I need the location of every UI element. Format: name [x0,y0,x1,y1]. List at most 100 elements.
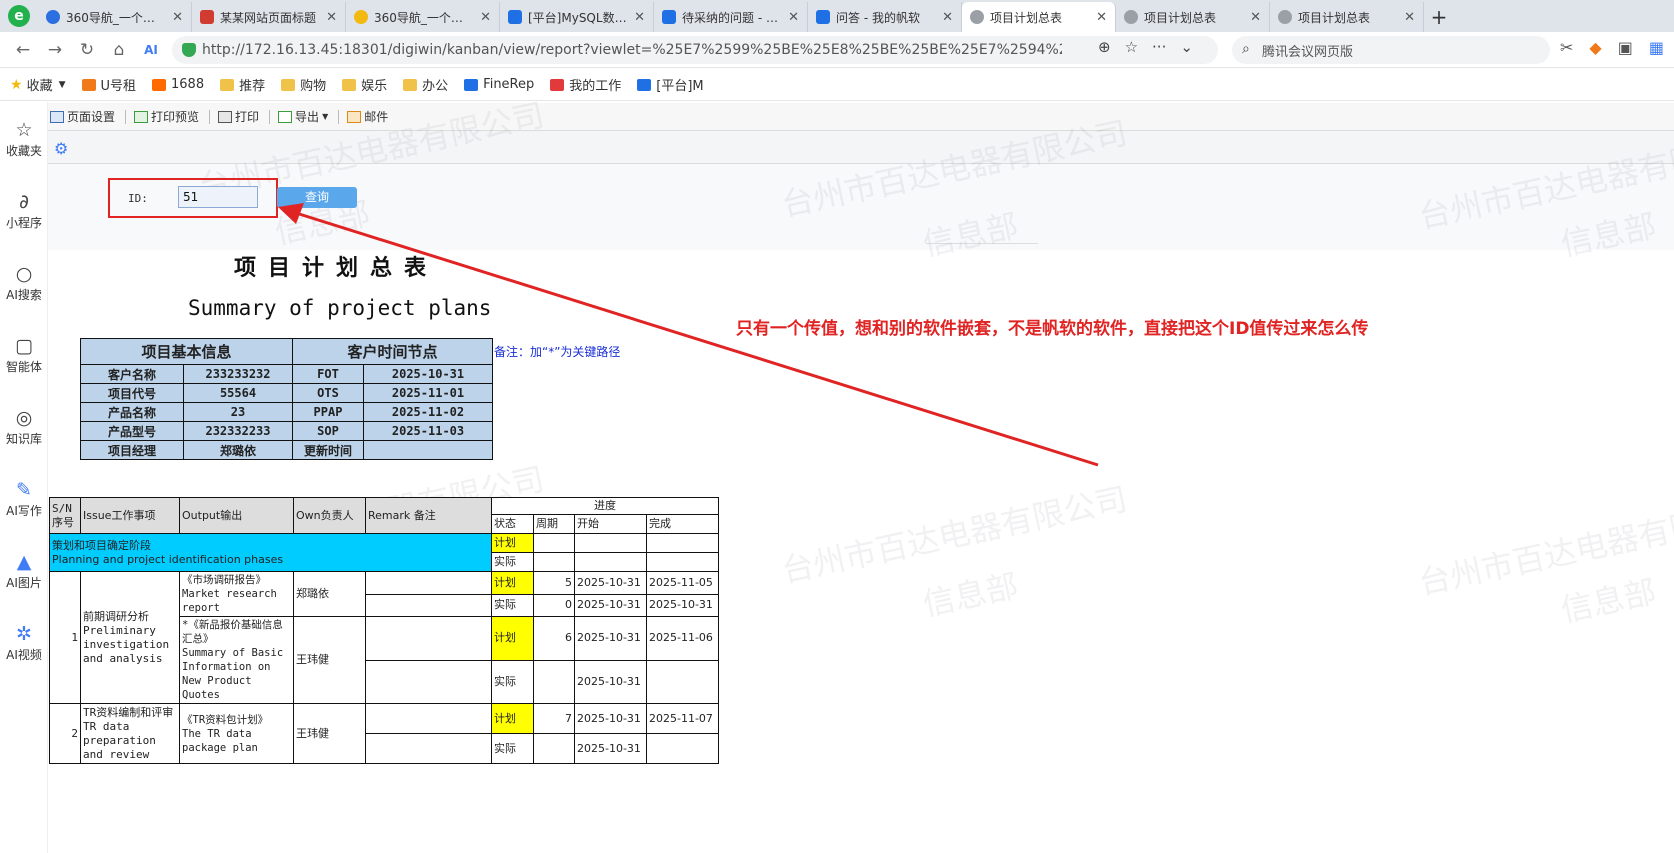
bookmark-folder-recommend[interactable]: 推荐 [220,75,265,94]
bookmark-platform[interactable]: [平台]M [637,75,704,94]
start-cell: 2025-10-31 [574,659,647,704]
search-icon: ⌕ [1242,41,1250,57]
url-field[interactable]: http://172.16.13.45:18301/digiwin/kanban… [172,36,1218,64]
page-setup-button[interactable]: 页面设置 [50,108,115,125]
tab-6[interactable]: 问答 - 我的帆软 ✕ [808,2,962,32]
tab-8[interactable]: 项目计划总表 ✕ [1116,2,1270,32]
report-subtitle: Summary of project plans [188,296,492,320]
chevron-down-icon[interactable]: ⌄ [1180,38,1193,56]
translate-tool-icon[interactable]: ▦ [1649,38,1664,57]
folder-icon [342,78,357,91]
start-cell: 2025-10-31 [574,616,647,661]
bookmark-uhaozu[interactable]: U号租 [81,75,136,94]
header-remark: Remark 备注 [365,497,492,534]
status-cell: 计划 [491,703,534,734]
sidebar-item-ai-writing[interactable]: ✎ AI写作 [0,478,48,519]
sidebar-item-favorites[interactable]: ☆ 收藏夹 [0,118,48,159]
more-icon[interactable]: ··· [1152,38,1166,56]
forward-icon[interactable]: → [40,35,70,65]
header-period: 周期 [533,514,575,534]
tab-1[interactable]: 360导航_一个主页、 ✕ [38,2,192,32]
header-finish: 完成 [646,514,719,534]
home-icon[interactable]: ⌂ [104,35,134,65]
close-icon[interactable]: ✕ [1096,10,1107,25]
bookmark-my-work[interactable]: 我的工作 [550,75,621,94]
close-icon[interactable]: ✕ [788,10,799,25]
status-cell: 实际 [491,733,534,764]
start-cell: 2025-10-31 [574,593,647,617]
export-button[interactable]: 导出 ▼ [278,108,328,125]
bookmark-finereport[interactable]: FineRep [464,77,534,92]
start-cell: 2025-10-31 [574,703,647,734]
bookmark-folder-office[interactable]: 办公 [403,75,448,94]
status-cell: 计划 [491,616,534,661]
sidebar-item-agent[interactable]: ▢ 智能体 [0,334,48,375]
tab-label: 项目计划总表 [990,10,1063,25]
refresh-icon[interactable]: ↻ [72,35,102,65]
sidebar-item-knowledge[interactable]: ◎ 知识库 [0,406,48,447]
table-row: 产品名称 23 PPAP 2025-11-02 [80,402,493,422]
sidebar-item-ai-video[interactable]: ✲ AI视频 [0,622,48,663]
browser-logo-icon[interactable]: e [0,0,38,32]
bookmark-star-icon[interactable]: ☆ [1125,38,1138,56]
tab-5[interactable]: 待采纳的问题 - 我的 ✕ [654,2,808,32]
output-cell: 《TR资料包计划》 The TR data package plan [179,703,294,764]
sliders-icon[interactable]: ⚙ [54,139,68,158]
collapse-handle[interactable] [926,243,1038,251]
print-button[interactable]: 打印 [218,108,259,125]
close-icon[interactable]: ✕ [1250,10,1261,25]
status-cell: 计划 [491,533,534,553]
new-tab-button[interactable]: + [1424,2,1454,32]
tab-3[interactable]: 360导航_一个主页、 ✕ [346,2,500,32]
tab-label: 某某网站页面标题 [220,10,317,25]
search-icon: ○ [15,263,33,285]
close-icon[interactable]: ✕ [480,10,491,25]
chevron-down-icon: ▼ [58,79,66,90]
mail-button[interactable]: 邮件 [347,108,388,125]
table-cell: 233233232 [183,364,293,384]
sidebar-item-miniprogram[interactable]: ∂ 小程序 [0,190,48,231]
period-cell [533,733,575,764]
remark-cell [365,616,492,661]
header-progress: 进度 [491,497,719,515]
sn-cell: 2 [49,703,81,764]
bookmark-folder-shopping[interactable]: 购物 [281,75,326,94]
tab-bar: e 360导航_一个主页、 ✕ 某某网站页面标题 ✕ 360导航_一个主页、 ✕ [平… [0,0,1674,32]
close-icon[interactable]: ✕ [172,10,183,25]
finereport-icon [637,78,652,91]
bookmark-1688[interactable]: 1688 [152,77,204,92]
remark-cell [365,571,492,595]
bulb-icon: ◎ [15,407,33,429]
bookmark-favorites[interactable]: ★ 收藏 ▼ [10,75,66,95]
remark-cell [365,593,492,617]
reader-icon[interactable]: ▣ [1618,38,1633,57]
game-icon[interactable]: ◆ [1589,38,1601,57]
search-input[interactable]: ⌕ 腾讯会议网页版 [1232,36,1550,64]
ai-icon[interactable]: AI [136,35,166,65]
scissors-icon[interactable]: ✂ [1560,38,1573,57]
page-setup-icon [50,110,64,123]
translate-icon[interactable]: ⊕ [1098,38,1111,56]
sidebar-item-ai-search[interactable]: ○ AI搜索 [0,262,48,303]
back-icon[interactable]: ← [8,35,38,65]
table-cell [363,440,493,460]
header-status: 状态 [491,514,534,534]
id-input[interactable]: 51 [178,186,258,208]
tab-2[interactable]: 某某网站页面标题 ✕ [192,2,346,32]
close-icon[interactable]: ✕ [634,10,645,25]
close-icon[interactable]: ✕ [326,10,337,25]
tab-9[interactable]: 项目计划总表 ✕ [1270,2,1424,32]
tab-4[interactable]: [平台]MySQL数据连 ✕ [500,2,654,32]
sidebar-item-ai-image[interactable]: ▲ AI图片 [0,550,48,591]
preview-icon [134,110,149,123]
star-icon: ★ [10,76,23,93]
close-icon[interactable]: ✕ [1404,10,1415,25]
close-icon[interactable]: ✕ [942,10,953,25]
project-plan-table: S/N 序号 Issue工作事项 Output输出 Own负责人 Remark … [49,497,719,764]
print-preview-button[interactable]: 打印预览 [134,108,199,125]
toolbar-divider [125,109,127,124]
query-button[interactable]: 查询 [277,187,357,208]
info-header-project: 项目基本信息 [80,338,293,365]
bookmark-folder-entertainment[interactable]: 娱乐 [342,75,387,94]
tab-7-active[interactable]: 项目计划总表 ✕ [962,2,1116,32]
